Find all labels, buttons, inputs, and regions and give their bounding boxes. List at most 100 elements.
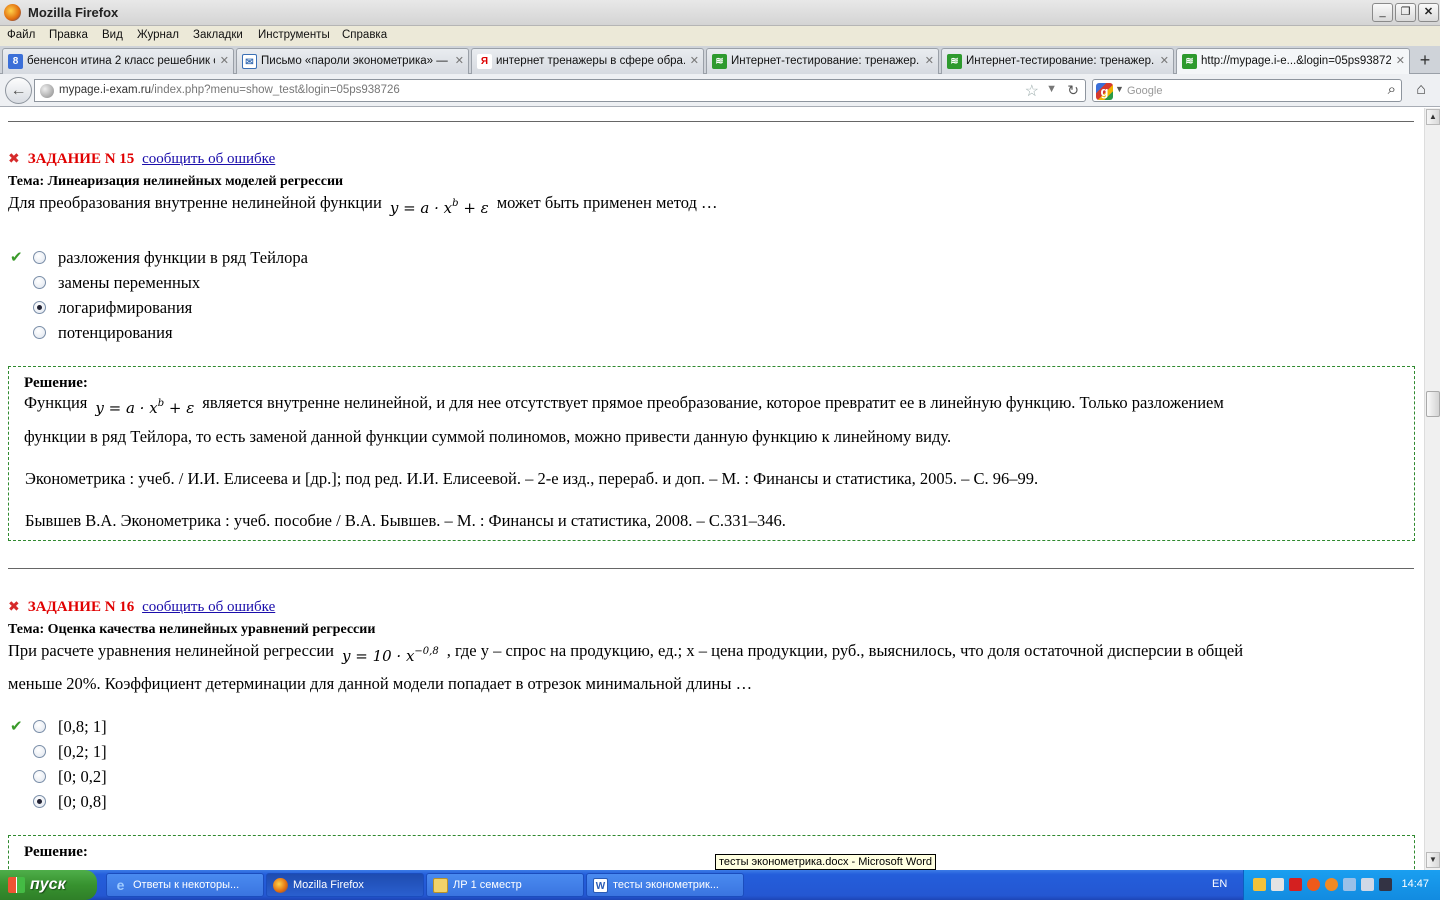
tab-close-icon[interactable]: ✕ bbox=[1160, 54, 1169, 67]
menu-bar: Файл Правка Вид Журнал Закладки Инструме… bbox=[0, 26, 1440, 46]
taskbar-item-active[interactable]: Mozilla Firefox bbox=[266, 873, 424, 897]
tray-app-icon[interactable] bbox=[1271, 878, 1284, 891]
tray-app-icon[interactable] bbox=[1253, 878, 1266, 891]
tab-4[interactable]: ≋ Интернет-тестирование: тренажер... ✕ bbox=[706, 48, 939, 74]
url-text[interactable]: mypage.i-exam.ru/index.php?menu=show_tes… bbox=[59, 84, 400, 96]
tab-close-icon[interactable]: ✕ bbox=[925, 54, 934, 67]
start-button[interactable]: пуск bbox=[0, 870, 97, 900]
vertical-scrollbar[interactable]: ▲ ▼ bbox=[1424, 108, 1440, 870]
question-text: Для преобразования внутренне нелинейной … bbox=[8, 193, 718, 217]
solution-box: Решение: Функция y = a · xb + ε является в… bbox=[8, 366, 1415, 541]
minimize-button[interactable]: _ bbox=[1372, 3, 1393, 22]
menu-edit[interactable]: Правка bbox=[49, 29, 88, 41]
solution-text: функции в ряд Тейлора, то есть заменой д… bbox=[24, 427, 952, 446]
tab-6-active[interactable]: ≋ http://mypage.i-e...&login=05ps938726 … bbox=[1176, 48, 1410, 75]
firefox-icon[interactable] bbox=[4, 4, 21, 21]
url-history-dropdown-icon[interactable]: ▼ bbox=[1046, 83, 1057, 95]
report-error-link[interactable]: сообщить об ошибке bbox=[142, 599, 275, 615]
tab-label: Письмо «пароли эконометрика» — ... bbox=[261, 55, 450, 67]
address-bar[interactable]: mypage.i-exam.ru/index.php?menu=show_tes… bbox=[34, 79, 1086, 102]
solution-title: Решение: bbox=[24, 375, 88, 391]
ie-icon: e bbox=[116, 877, 125, 893]
taskbar-tooltip: тесты эконометрика.docx - Microsoft Word bbox=[715, 854, 937, 870]
maximize-button[interactable]: ❐ bbox=[1395, 3, 1416, 22]
page-content: ✖ ЗАДАНИЕ N 15 сообщить об ошибке Тема: Л… bbox=[0, 108, 1424, 870]
task-topic: Тема: Оценка качества нелинейных уравнен… bbox=[8, 622, 376, 637]
reload-icon[interactable]: ↻ bbox=[1067, 82, 1079, 99]
google-icon[interactable]: g bbox=[1096, 83, 1113, 100]
radio-button[interactable] bbox=[33, 326, 46, 339]
menu-tools[interactable]: Инструменты bbox=[258, 29, 330, 41]
solution-text: Функция y = a · xb + ε является внутренне … bbox=[24, 393, 1224, 417]
window-title: Mozilla Firefox bbox=[28, 5, 119, 20]
menu-history[interactable]: Журнал bbox=[137, 29, 179, 41]
search-input[interactable]: Google bbox=[1127, 85, 1162, 97]
radio-button[interactable] bbox=[33, 770, 46, 783]
tray-network-icon[interactable] bbox=[1343, 878, 1356, 891]
tab-label: Интернет-тестирование: тренажер... bbox=[966, 55, 1155, 67]
question-text: При расчете уравнения нелинейной регресс… bbox=[8, 641, 1244, 665]
word-icon: W bbox=[593, 878, 608, 893]
search-engine-dropdown-icon[interactable]: ▼ bbox=[1115, 84, 1124, 94]
tray-app-icon[interactable] bbox=[1307, 878, 1320, 891]
solution-box: Решение: bbox=[8, 835, 1415, 870]
taskbar-item[interactable]: ЛР 1 семестр bbox=[426, 873, 584, 897]
clock: 14:47 bbox=[1401, 878, 1429, 890]
tab-5[interactable]: ≋ Интернет-тестирование: тренажер... ✕ bbox=[941, 48, 1174, 74]
tab-close-icon[interactable]: ✕ bbox=[455, 54, 464, 67]
task-number: ЗАДАНИЕ N 15 bbox=[27, 151, 135, 167]
menu-file[interactable]: Файл bbox=[7, 29, 35, 41]
wrong-answer-icon: ✖ bbox=[8, 151, 20, 167]
title-bar: Mozilla Firefox _ ❐ ✕ bbox=[0, 0, 1440, 26]
mail-favicon-icon: ✉ bbox=[242, 54, 257, 69]
tray-app-icon[interactable] bbox=[1379, 878, 1392, 891]
radio-button[interactable] bbox=[33, 251, 46, 264]
scroll-up-icon[interactable]: ▲ bbox=[1426, 109, 1440, 125]
yandex-favicon-icon: Я bbox=[477, 54, 492, 69]
formula: y = 10 · x−0,8 bbox=[341, 646, 439, 665]
radio-button[interactable] bbox=[33, 720, 46, 733]
reference: Бывшев В.А. Эконометрика : учеб. пособие… bbox=[25, 511, 786, 530]
tab-close-icon[interactable]: ✕ bbox=[690, 54, 699, 67]
bookmark-star-icon[interactable]: ☆ bbox=[1025, 81, 1039, 101]
formula: y = a · xb + ε bbox=[389, 198, 489, 217]
radio-button[interactable] bbox=[33, 276, 46, 289]
i-exam-favicon-icon: ≋ bbox=[947, 54, 962, 69]
tab-2[interactable]: ✉ Письмо «пароли эконометрика» — ... ✕ bbox=[236, 48, 469, 74]
task-header: ✖ ЗАДАНИЕ N 16 сообщить об ошибке bbox=[8, 599, 275, 616]
taskbar-item[interactable]: W тесты эконометрик... bbox=[586, 873, 744, 897]
firefox-icon bbox=[273, 878, 288, 893]
tray-volume-icon[interactable] bbox=[1361, 878, 1374, 891]
back-button[interactable]: ← bbox=[5, 77, 32, 104]
close-button[interactable]: ✕ bbox=[1418, 3, 1439, 22]
home-icon[interactable]: ⌂ bbox=[1410, 81, 1432, 101]
report-error-link[interactable]: сообщить об ошибке bbox=[142, 151, 275, 167]
tab-1[interactable]: 8 бененсон итина 2 класс решебник с... ✕ bbox=[2, 48, 234, 74]
folder-icon bbox=[433, 878, 448, 893]
menu-bookmarks[interactable]: Закладки bbox=[193, 29, 243, 41]
search-bar[interactable]: g ▼ Google ⌕ bbox=[1092, 79, 1402, 102]
tray-app-icon[interactable] bbox=[1325, 878, 1338, 891]
menu-view[interactable]: Вид bbox=[102, 29, 123, 41]
tray-app-icon[interactable] bbox=[1289, 878, 1302, 891]
scrollbar-thumb[interactable] bbox=[1426, 391, 1440, 417]
radio-button[interactable] bbox=[33, 745, 46, 758]
tab-bar: 8 бененсон итина 2 класс решебник с... ✕… bbox=[0, 46, 1440, 75]
tab-label: http://mypage.i-e...&login=05ps938726 bbox=[1201, 55, 1391, 67]
new-tab-button[interactable]: + bbox=[1414, 50, 1436, 72]
taskbar-item[interactable]: e Ответы к некоторы... bbox=[106, 873, 264, 897]
radio-button-selected[interactable] bbox=[33, 795, 46, 808]
scroll-down-icon[interactable]: ▼ bbox=[1426, 852, 1440, 868]
tab-close-icon[interactable]: ✕ bbox=[1396, 54, 1405, 67]
tab-close-icon[interactable]: ✕ bbox=[220, 54, 229, 67]
navigation-bar: ← mypage.i-exam.ru/index.php?menu=show_t… bbox=[0, 74, 1440, 107]
solution-title: Решение: bbox=[24, 844, 88, 860]
radio-button-selected[interactable] bbox=[33, 301, 46, 314]
i-exam-favicon-icon: ≋ bbox=[712, 54, 727, 69]
menu-help[interactable]: Справка bbox=[342, 29, 387, 41]
site-identity-icon[interactable] bbox=[40, 84, 54, 98]
language-indicator[interactable]: EN bbox=[1212, 878, 1227, 890]
tab-3[interactable]: Я интернет тренажеры в сфере обра... ✕ bbox=[471, 48, 704, 74]
correct-answer-checkmark-icon: ✔ bbox=[10, 248, 23, 266]
search-icon[interactable]: ⌕ bbox=[1388, 81, 1396, 98]
